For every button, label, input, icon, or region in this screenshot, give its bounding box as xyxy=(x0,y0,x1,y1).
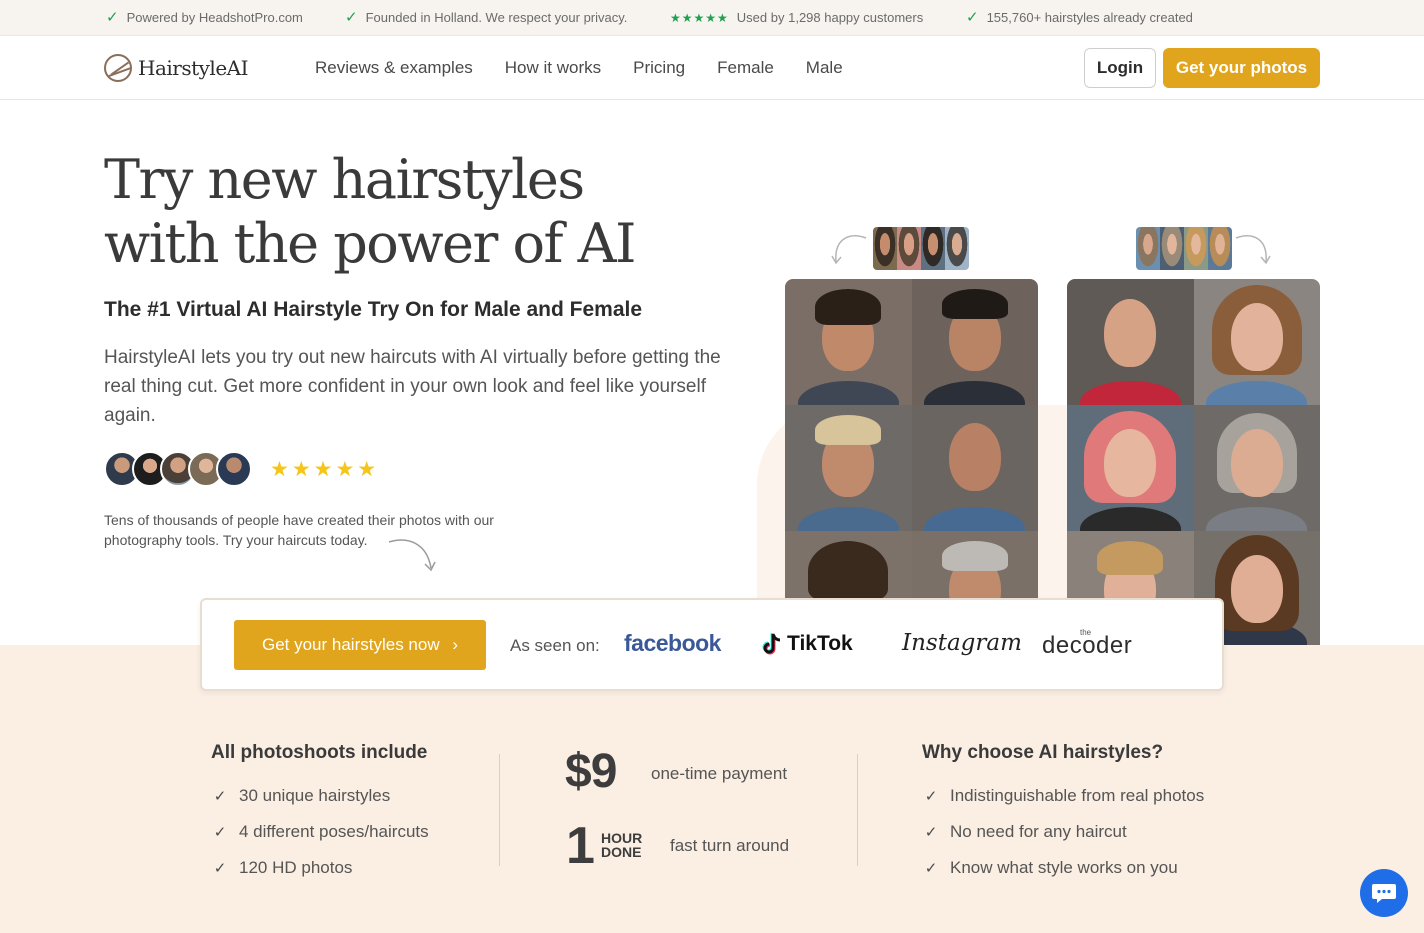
list-item: ✓ 4 different poses/haircuts xyxy=(211,814,429,850)
why-list: ✓ Indistinguishable from real photos ✓ No … xyxy=(922,778,1205,886)
check-icon: ✓ xyxy=(345,9,358,26)
list-item: ✓ 30 unique hairstyles xyxy=(211,778,429,814)
nav-link-reviews[interactable]: Reviews & examples xyxy=(315,58,473,78)
chat-icon xyxy=(1372,884,1396,903)
hairstyle-photo xyxy=(911,405,1038,531)
list-item: ✓ 120 HD photos xyxy=(211,850,429,886)
get-photos-button[interactable]: Get your photos xyxy=(1163,48,1320,88)
logo-icon xyxy=(104,54,132,82)
hairstyle-photo xyxy=(785,405,912,531)
thumbnail-photo xyxy=(945,227,969,270)
list-item: ✓ Indistinguishable from real photos xyxy=(922,778,1205,814)
check-icon: ✓ xyxy=(213,824,227,841)
nav-link-female[interactable]: Female xyxy=(717,58,774,78)
trust-item-created: ✓ 155,760+ hairstyles already created xyxy=(966,10,1193,25)
tiktok-icon xyxy=(762,633,781,655)
includes-list: ✓ 30 unique hairstyles ✓ 4 different poses… xyxy=(211,778,429,886)
thumbnail-photo xyxy=(873,227,897,270)
includes-title: All photoshoots include xyxy=(211,742,428,763)
thumbnail-photo xyxy=(897,227,921,270)
thumbnail-photo xyxy=(1184,227,1208,270)
main-navbar: HairstyleAI Reviews & examples How it wo… xyxy=(0,36,1424,100)
nav-link-pricing[interactable]: Pricing xyxy=(633,58,685,78)
divider xyxy=(499,754,500,866)
hero-title-line1: Try new hairstyles xyxy=(104,148,585,211)
check-icon: ✓ xyxy=(924,860,938,877)
nav-links: Reviews & examples How it works Pricing … xyxy=(315,58,843,78)
trust-item-label: 155,760+ hairstyles already created xyxy=(986,10,1193,25)
list-item: ✓ Know what style works on you xyxy=(922,850,1204,886)
hairstyle-photo xyxy=(1193,405,1320,531)
check-icon: ✓ xyxy=(924,788,938,805)
trust-item-label: Used by 1,298 happy customers xyxy=(736,10,924,25)
hairstyle-photo xyxy=(1067,405,1194,531)
thumbnail-photo xyxy=(1136,227,1160,270)
list-item-label: Indistinguishable from real photos xyxy=(950,786,1205,805)
decoder-logo: decoder xyxy=(1042,632,1133,659)
hero-title: Try new hairstyles with the power of AI xyxy=(104,148,744,276)
social-proof-note: Tens of thousands of people have created… xyxy=(104,512,494,548)
tiktok-logo: TikTok xyxy=(762,632,853,656)
seen-on-label: As seen on: xyxy=(510,636,600,655)
trust-item-powered: ✓ Powered by HeadshotPro.com xyxy=(106,10,303,25)
list-item-label: Know what style works on you xyxy=(950,858,1178,877)
trust-item-label: Founded in Holland. We respect your priv… xyxy=(365,10,628,25)
hero-title-line2: with the power of AI xyxy=(104,212,636,275)
hero-description: HairstyleAI lets you try out new haircut… xyxy=(104,347,721,426)
turnaround-label: fast turn around xyxy=(670,836,790,855)
curved-arrow-icon xyxy=(388,539,436,572)
why-title: Why choose AI hairstyles? xyxy=(922,742,1164,763)
login-button[interactable]: Login xyxy=(1084,48,1156,88)
thumbnail-photo xyxy=(1160,227,1184,270)
logo-text: HairstyleAI xyxy=(138,56,249,80)
curved-arrow-icon xyxy=(1235,235,1271,265)
list-item-label: No need for any haircut xyxy=(950,822,1127,841)
hero-subtitle: The #1 Virtual AI Hairstyle Try On for M… xyxy=(104,298,643,321)
avatar xyxy=(216,451,252,487)
male-hairstyle-grid xyxy=(785,279,1038,645)
get-hairstyles-button[interactable]: Get your hairstyles now › xyxy=(234,620,486,670)
hairstyle-photo xyxy=(1067,279,1194,405)
male-input-thumbnails xyxy=(873,227,969,270)
chevron-right-icon: › xyxy=(452,635,459,654)
trust-bar: ✓ Powered by HeadshotPro.com ✓ Founded i… xyxy=(0,0,1424,36)
hairstyle-photo xyxy=(785,279,912,405)
trust-item-founded: ✓ Founded in Holland. We respect your pr… xyxy=(345,10,627,25)
trust-item-customers: ★★★★★ Used by 1,298 happy customers xyxy=(670,10,923,25)
hairstyle-photo xyxy=(911,279,1038,405)
thumbnail-photo xyxy=(921,227,945,270)
chat-button[interactable] xyxy=(1360,869,1408,917)
list-item-label: 4 different poses/haircuts xyxy=(239,822,429,841)
female-hairstyle-grid xyxy=(1067,279,1320,645)
check-icon: ✓ xyxy=(106,9,119,26)
check-icon: ✓ xyxy=(924,824,938,841)
thumbnail-photo xyxy=(1208,227,1232,270)
check-icon: ✓ xyxy=(966,9,979,26)
check-icon: ✓ xyxy=(213,788,227,805)
tiktok-wordmark: TikTok xyxy=(787,632,853,655)
facebook-logo: facebook xyxy=(624,630,721,656)
turnaround-unit-suffix: DONE xyxy=(601,844,642,860)
check-icon: ✓ xyxy=(213,860,227,877)
rating-stars-icon: ★★★★★ xyxy=(670,10,729,25)
female-input-thumbnails xyxy=(1136,227,1232,270)
list-item-label: 30 unique hairstyles xyxy=(239,786,391,805)
get-hairstyles-label: Get your hairstyles now xyxy=(261,635,440,654)
nav-link-male[interactable]: Male xyxy=(806,58,843,78)
list-item: ✓ No need for any haircut xyxy=(922,814,1204,850)
trust-item-label: Powered by HeadshotPro.com xyxy=(126,10,303,25)
customer-avatars xyxy=(104,451,252,487)
nav-link-how-it-works[interactable]: How it works xyxy=(505,58,601,78)
divider xyxy=(857,754,858,866)
list-item-label: 120 HD photos xyxy=(239,858,353,877)
price-label: one-time payment xyxy=(651,764,788,783)
logo-link[interactable]: HairstyleAI xyxy=(104,54,249,82)
cta-card: Get your hairstyles now › As seen on: fa… xyxy=(200,598,1224,691)
rating-stars-icon: ★★★★★ xyxy=(270,458,380,481)
turnaround-number: 1 xyxy=(566,817,595,875)
instagram-logo: Instagram xyxy=(902,630,1022,656)
price-value: $9 xyxy=(565,745,617,798)
curved-arrow-icon xyxy=(831,235,867,265)
hairstyle-photo xyxy=(1193,279,1320,405)
